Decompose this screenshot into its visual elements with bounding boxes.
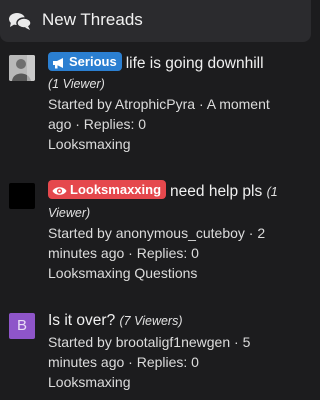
prefix-badge-looksmaxxing[interactable]: Looksmaxxing [48,180,167,199]
thread-meta: Started by AtrophicPyra · A moment [48,96,270,112]
thread-meta: Started by anonymous_cuteboy · 2 [48,225,266,241]
thread-meta-line2: minutes ago · Replies: 0 [48,354,199,370]
thread-title-line[interactable]: Looksmaxxing need help pls (1 [48,180,310,203]
widget-title[interactable]: New Threads [42,9,143,31]
comments-icon [8,11,32,31]
prefix-badge-serious[interactable]: Serious [48,52,122,71]
eye-icon [52,187,67,195]
viewer-count: (1 Viewer) [48,77,105,91]
thread-content: Looksmaxxing need help pls (1 Viewer) Sta… [48,180,310,283]
thread-title-line[interactable]: Is it over? (7 Viewers) [48,310,310,332]
thread-title[interactable]: Is it over? [48,312,115,329]
viewer-count-line2: Viewer) [48,206,91,220]
avatar[interactable] [9,55,35,81]
thread-content: Serious life is going downhill (1 Viewer)… [48,52,310,154]
viewer-count: (7 Viewers) [119,314,183,328]
forum-link[interactable]: Looksmaxing [48,134,310,154]
thread-meta-line2: minutes ago · Replies: 0 [48,245,199,261]
thread-title[interactable]: life is going downhill [126,55,264,72]
forum-link[interactable]: Looksmaxing [48,372,310,392]
thread-title[interactable]: need help pls [170,183,262,200]
megaphone-icon [53,58,63,69]
forum-link[interactable]: Looksmaxing Questions [48,263,310,283]
widget-header: New Threads [0,0,311,42]
prefix-label: Serious [69,54,117,69]
avatar[interactable] [9,183,35,209]
thread-title-line[interactable]: Serious life is going downhill [48,52,310,74]
viewer-count: (1 [266,185,278,199]
avatar[interactable]: B [9,313,35,339]
thread-meta-line2: ago · Replies: 0 [48,116,147,132]
prefix-label: Looksmaxxing [70,182,162,197]
thread-meta: Started by brootaligf1newgen · 5 [48,334,251,350]
thread-content: Is it over? (7 Viewers) Started by broot… [48,310,310,392]
new-threads-widget: New Threads Serious life is going downhil… [0,0,317,400]
